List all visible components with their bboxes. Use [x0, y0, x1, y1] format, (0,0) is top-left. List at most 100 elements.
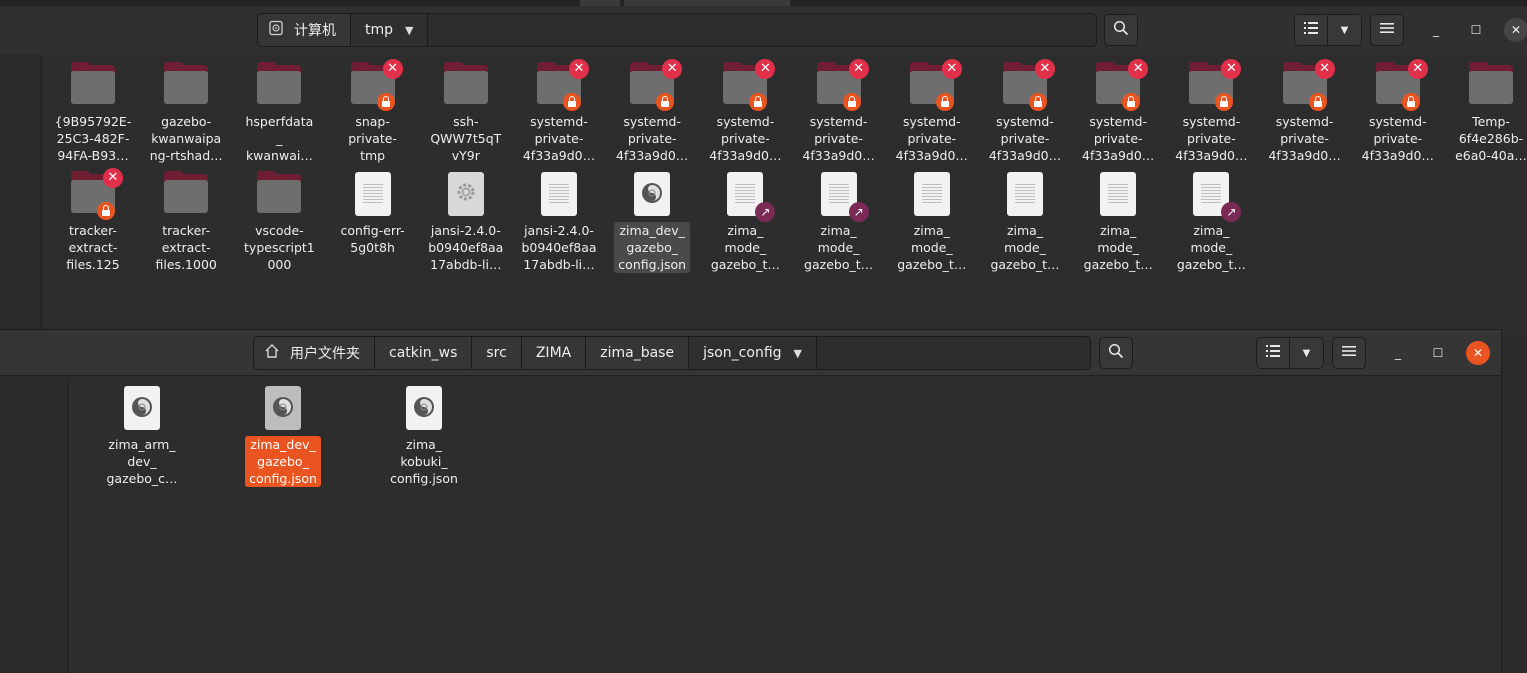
search-button[interactable] [1099, 337, 1133, 369]
document-page [354, 172, 391, 216]
no-access-emblem-icon: ✕ [1407, 59, 1428, 79]
folder-item[interactable]: ✕ systemd- private- 4f33a9d0… [1355, 59, 1441, 164]
file-grid: zima_arm_ dev_ gazebo_c… zima_dev_ gazebo… [70, 377, 1501, 673]
file-item[interactable]: jansi-2.4.0- b0940ef8aa 17abdb-li… [516, 170, 602, 273]
folder-item[interactable]: ✕ tracker- extract- files.125 [50, 168, 136, 273]
folder-item[interactable]: vscode- typescript1 000 [236, 170, 322, 273]
main-menu-button[interactable] [1370, 14, 1404, 46]
folder-item[interactable]: ✕ systemd- private- 4f33a9d0… [1168, 59, 1254, 164]
chevron-down-icon[interactable]: ▼ [794, 347, 802, 360]
path-crumb-home-label: 用户文件夹 [290, 346, 360, 362]
minimize-icon: _ [1433, 23, 1439, 37]
maximize-button[interactable]: ☐ [1464, 18, 1488, 42]
folder-item[interactable]: tracker- extract- files.1000 [143, 170, 229, 273]
file-name-label: systemd- private- 4f33a9d0… [522, 114, 596, 163]
folder-item[interactable]: ✕ systemd- private- 4f33a9d0… [702, 59, 788, 164]
file-name-label: zima_ mode_ gazebo_t… [1176, 223, 1246, 272]
file-name-label: tracker- extract- files.125 [66, 223, 120, 272]
file-name-label: jansi-2.4.0- b0940ef8aa 17abdb-li… [521, 223, 597, 272]
folder-item[interactable]: ✕ systemd- private- 4f33a9d0… [1262, 59, 1348, 164]
maximize-icon: ☐ [1470, 23, 1482, 37]
folder-item[interactable]: ✕ snap- private- tmp [330, 59, 416, 164]
folder-item[interactable]: ✕ systemd- private- 4f33a9d0… [982, 59, 1068, 164]
path-crumb-computer[interactable]: 计算机 [258, 14, 351, 46]
path-crumb-current[interactable]: tmp ▼ [351, 14, 429, 46]
file-name-label: config-err- 5g0t8h [340, 223, 405, 255]
maximize-button[interactable]: ☐ [1426, 341, 1450, 365]
file-name-label: vscode- typescript1 000 [244, 223, 315, 272]
view-options-button[interactable]: ▼ [1328, 14, 1362, 46]
file-name-label: snap- private- tmp [348, 114, 397, 163]
minimize-button[interactable]: _ [1424, 18, 1448, 42]
folder-item[interactable]: ✕ systemd- private- 4f33a9d0… [1075, 59, 1161, 164]
text-file-icon: ↗ [721, 170, 776, 222]
file-item[interactable]: ↗ zima_ mode_ gazebo_t… [1168, 170, 1254, 273]
path-crumb-catkin-ws[interactable]: catkin_ws [375, 337, 473, 369]
lock-emblem-icon [97, 202, 115, 220]
file-item[interactable]: ↗ zima_ mode_ gazebo_t… [796, 170, 882, 273]
folder-icon: ✕ [815, 59, 869, 111]
path-crumb-src[interactable]: src [472, 337, 522, 369]
view-list-button[interactable] [1256, 337, 1290, 369]
folder-item[interactable]: ✕ systemd- private- 4f33a9d0… [609, 59, 695, 164]
file-item[interactable]: jansi-2.4.0- b0940ef8aa 17abdb-li… [423, 170, 509, 273]
chevron-down-icon[interactable]: ▼ [405, 24, 413, 37]
file-item[interactable]: ↗ zima_ mode_ gazebo_t… [702, 170, 788, 273]
file-item[interactable]: zima_ mode_ gazebo_t… [1075, 170, 1161, 273]
path-bar-fill [817, 337, 1090, 369]
folder-icon [255, 170, 303, 218]
no-access-emblem-icon: ✕ [941, 59, 962, 79]
file-name-label: hsperfdata _ kwanwai… [245, 114, 314, 163]
home-icon [264, 343, 280, 363]
folder-item[interactable]: Temp- 6f4e286b- e6a0-40a… [1448, 61, 1527, 164]
file-name-label: ssh- QWW7t5qT vY9r [430, 114, 502, 163]
folder-item[interactable]: hsperfdata _ kwanwai… [236, 61, 322, 164]
file-name-label: systemd- private- 4f33a9d0… [1082, 114, 1155, 163]
close-button[interactable]: ✕ [1466, 341, 1490, 365]
document-page [447, 172, 484, 216]
folder-item[interactable]: gazebo- kwanwaipa ng-rtshad… [143, 61, 229, 164]
view-list-button[interactable] [1294, 14, 1328, 46]
file-name-label: zima_dev_ gazebo_ config.json [614, 222, 691, 273]
text-file-icon [1094, 170, 1142, 218]
file-name-label: systemd- private- 4f33a9d0… [895, 114, 968, 163]
view-options-button[interactable]: ▼ [1290, 337, 1324, 369]
maximize-icon: ☐ [1432, 346, 1444, 360]
symlink-emblem-icon: ↗ [755, 202, 776, 222]
folder-icon: ✕ [1094, 59, 1149, 111]
file-item[interactable]: zima_dev_ gazebo_ config.json [240, 384, 326, 487]
document-page [265, 386, 301, 430]
path-crumb-zima-base[interactable]: zima_base [586, 337, 690, 369]
file-name-label: zima_ mode_ gazebo_t… [804, 223, 874, 272]
document-page [634, 172, 671, 216]
document-page [1007, 172, 1043, 216]
file-item[interactable]: zima_arm_ dev_ gazebo_c… [99, 384, 185, 487]
hamburger-menu-icon [1342, 345, 1356, 361]
json-file-icon [400, 384, 448, 432]
path-crumb-current[interactable]: json_config ▼ [689, 337, 817, 369]
folder-item[interactable]: {9B95792E- 25C3-482F- 94FA-B93… [50, 61, 136, 164]
folder-item[interactable]: ✕ systemd- private- 4f33a9d0… [796, 59, 882, 164]
list-view-icon [1266, 345, 1280, 361]
close-button[interactable]: ✕ [1504, 18, 1527, 42]
file-item[interactable]: config-err- 5g0t8h [330, 170, 416, 256]
folder-item[interactable]: ssh- QWW7t5qT vY9r [423, 61, 509, 164]
search-button[interactable] [1104, 14, 1138, 46]
lock-emblem-icon [1308, 93, 1327, 111]
file-item[interactable]: zima_ kobuki_ config.json [381, 384, 467, 487]
folder-front [257, 180, 302, 213]
folder-front [71, 71, 115, 104]
path-crumb-zima[interactable]: ZIMA [521, 337, 587, 369]
no-access-emblem-icon: ✕ [103, 168, 123, 188]
main-menu-button[interactable] [1332, 337, 1366, 369]
json-icon [642, 183, 663, 203]
file-manager-window-json-config: 用户文件夹 catkin_ws src ZIMA zima_base json_… [0, 329, 1502, 673]
path-crumb-home[interactable]: 用户文件夹 [254, 337, 375, 369]
minimize-button[interactable]: _ [1386, 341, 1410, 365]
folder-item[interactable]: ✕ systemd- private- 4f33a9d0… [889, 59, 975, 164]
folder-item[interactable]: ✕ systemd- private- 4f33a9d0… [516, 59, 602, 164]
json-file-icon [118, 384, 166, 432]
file-item[interactable]: zima_dev_ gazebo_ config.json [609, 170, 695, 273]
file-item[interactable]: zima_ mode_ gazebo_t… [982, 170, 1068, 273]
file-item[interactable]: zima_ mode_ gazebo_t… [889, 170, 975, 273]
